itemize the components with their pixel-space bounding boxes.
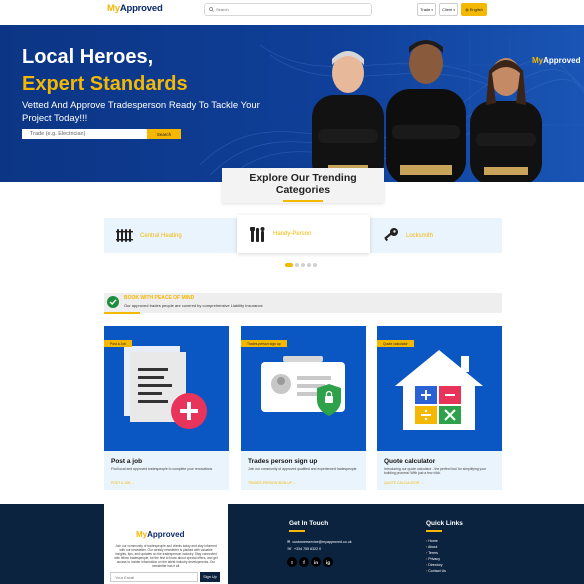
footer-logo-my: My <box>136 530 148 539</box>
newsletter-email-input[interactable]: Your Email <box>110 572 198 582</box>
carousel-dot[interactable] <box>307 263 311 267</box>
feature-title: Post a job <box>111 458 143 465</box>
category-label: Handy-Person <box>273 231 312 237</box>
quick-link-home[interactable]: Home <box>426 539 438 543</box>
trades-signup-link[interactable]: TRADES PERSON SIGN UP → <box>248 481 296 485</box>
feature-badge: Quote calculator <box>377 340 414 347</box>
peace-underline <box>104 312 140 314</box>
top-header: MyApproved Trade▾ Client▾ ◍English <box>0 0 584 20</box>
tools-icon <box>250 226 265 242</box>
check-circle-icon <box>107 296 119 308</box>
quick-links-title: Quick Links <box>426 520 463 527</box>
footer-logo: MyApproved <box>136 530 184 539</box>
feature-title: Trades person sign up <box>248 458 318 465</box>
logo-approved: Approved <box>119 3 163 14</box>
quote-calculator-link[interactable]: QUOTE CALCULATOR → <box>384 481 424 485</box>
trending-underline <box>283 200 323 202</box>
hero-search: Trade (e.g. Electrician) Search <box>22 129 181 139</box>
hero-search-button[interactable]: Search <box>147 129 181 139</box>
peace-of-mind-banner: BOOK WITH PEACE OF MIND Our approved tra… <box>104 293 502 313</box>
language-label: English <box>469 7 483 12</box>
chevron-down-icon: ▾ <box>431 7 433 12</box>
feature-card-post-job[interactable]: Post a Job Post a job Find local and app… <box>104 326 229 490</box>
carousel-dot[interactable] <box>301 263 305 267</box>
feature-description: Find local and approved tradespeople to … <box>111 467 213 471</box>
feature-badge: Trades person sign up <box>241 340 287 347</box>
feature-title: Quote calculator <box>384 458 436 465</box>
search-box[interactable] <box>204 3 372 16</box>
facebook-icon[interactable]: f <box>299 557 309 567</box>
post-job-link[interactable]: POST A JOB → <box>111 481 135 485</box>
category-locksmith[interactable]: Locksmith <box>370 218 502 253</box>
quick-links-underline <box>426 530 442 532</box>
carousel-dot[interactable] <box>295 263 299 267</box>
footer-phone[interactable]: ☏ +334 755 6322 0 <box>287 546 321 551</box>
search-icon <box>209 7 214 12</box>
radiator-icon <box>116 229 133 242</box>
hero-tagline: Vetted And Approve Tradesperson Ready To… <box>22 100 260 124</box>
footer-phone-text: +334 755 6322 0 <box>294 546 322 551</box>
carousel-dot[interactable] <box>313 263 317 267</box>
client-dropdown[interactable]: Client ▾ <box>439 3 458 16</box>
quick-link-directory[interactable]: Directory <box>426 563 442 567</box>
twitter-icon[interactable]: t <box>287 557 297 567</box>
quick-link-contact[interactable]: Contact Us <box>426 569 446 573</box>
category-label: Central Heating <box>140 232 182 239</box>
feature-card-quote-calculator[interactable]: Quote calculator Quote calculator Introd… <box>377 326 502 490</box>
client-label: Client <box>442 7 453 12</box>
quick-link-terms[interactable]: Terms <box>426 551 438 555</box>
linkedin-icon[interactable]: in <box>311 557 321 567</box>
category-label: Locksmith <box>406 232 434 239</box>
carousel-dot[interactable] <box>285 263 293 267</box>
trade-label: Trade <box>420 7 431 12</box>
hero-banner: Local Heroes, Expert Standards Vetted An… <box>0 25 584 182</box>
site-footer <box>0 504 584 584</box>
footer-logo-approved: Approved <box>147 530 185 539</box>
search-input[interactable] <box>216 7 366 12</box>
hero-title-line2: Expert Standards <box>22 73 188 95</box>
site-logo[interactable]: MyApproved <box>107 3 163 14</box>
globe-icon: ◍ <box>465 7 469 12</box>
peace-text: Our approved trades people are covered b… <box>124 303 263 308</box>
carousel-pagination <box>285 263 317 267</box>
get-in-touch-underline <box>289 530 305 532</box>
logo-my: My <box>107 3 120 14</box>
trade-search-input[interactable]: Trade (e.g. Electrician) <box>22 129 147 139</box>
quick-link-about[interactable]: About <box>426 545 437 549</box>
phone-icon: ☏ <box>287 546 293 551</box>
footer-about-text: Join our community of tradespeople and c… <box>114 544 218 568</box>
chevron-down-icon: ▾ <box>453 7 455 12</box>
category-handy-person[interactable]: Handy-Person <box>237 215 370 253</box>
footer-email-text: customerservice@myapproved.co.uk <box>292 539 352 544</box>
feature-description: Join our community of approved qualified… <box>248 467 358 471</box>
hero-title-line1: Local Heroes, <box>22 46 154 68</box>
trending-title-card: Explore Our Trending Categories <box>222 168 384 203</box>
language-dropdown[interactable]: ◍ English <box>461 3 487 16</box>
category-central-heating[interactable]: Central Heating <box>104 218 238 253</box>
instagram-icon[interactable]: ig <box>323 557 333 567</box>
get-in-touch-title: Get In Touch <box>289 520 329 527</box>
trending-title: Explore Our Trending Categories <box>249 172 357 196</box>
feature-card-trades-signup[interactable]: Trades person sign up Trades person sign… <box>241 326 366 490</box>
trade-dropdown[interactable]: Trade ▾ <box>417 3 436 16</box>
mail-icon: ✉ <box>287 539 291 544</box>
newsletter-signup-button[interactable]: Sign Up <box>200 572 220 582</box>
key-icon <box>384 228 398 242</box>
quick-link-privacy[interactable]: Privacy <box>426 557 440 561</box>
feature-description: Introducing our quote calculator - the p… <box>384 467 487 476</box>
peace-title: BOOK WITH PEACE OF MIND <box>124 295 195 301</box>
tradespeople-photo <box>312 40 542 182</box>
feature-badge: Post a Job <box>104 340 133 347</box>
footer-email[interactable]: ✉ customerservice@myapproved.co.uk <box>287 539 352 544</box>
